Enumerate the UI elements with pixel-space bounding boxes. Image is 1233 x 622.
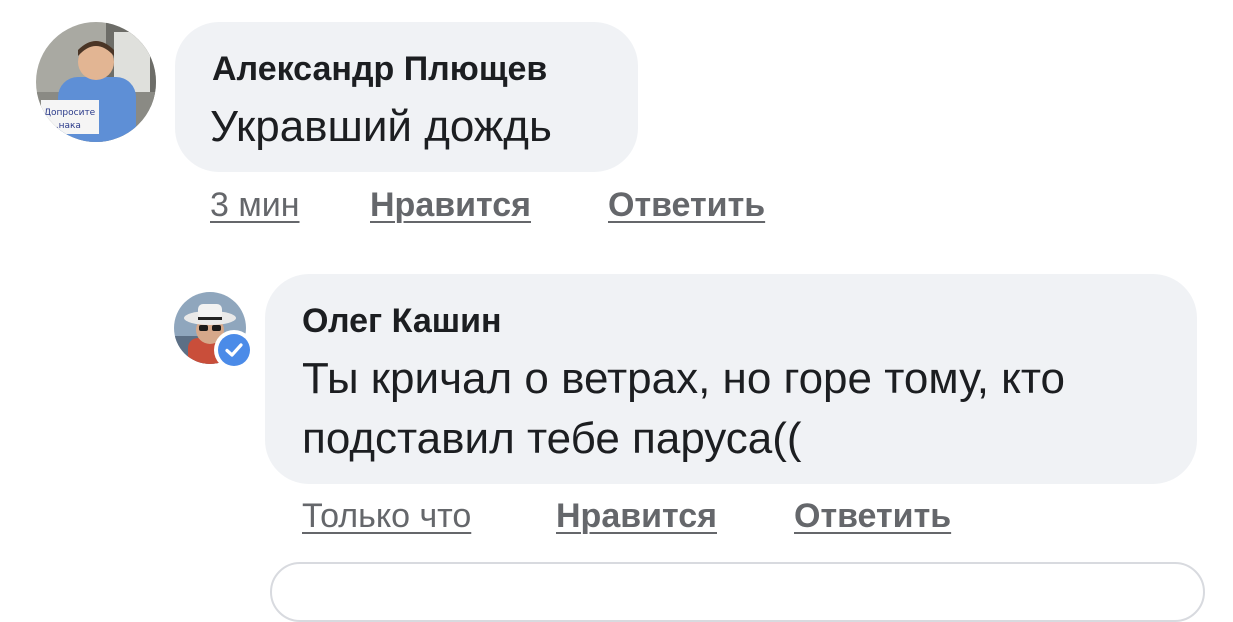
comment-time-2[interactable]: Только что [302, 497, 471, 536]
comment-time-1[interactable]: 3 мин [210, 186, 300, 225]
comment-text-2-line2: подставил тебе паруса(( [302, 414, 802, 463]
comment-author-1[interactable]: Александр Плющев [212, 50, 547, 89]
svg-text:...нака: ...нака [50, 121, 81, 131]
like-button-1[interactable]: Нравится [370, 186, 531, 225]
comment-input[interactable] [270, 562, 1205, 622]
avatar-aleksandr[interactable]: Допросите ...нака [36, 22, 156, 142]
comment-author-2[interactable]: Олег Кашин [302, 302, 502, 341]
like-button-2[interactable]: Нравится [556, 497, 717, 536]
reply-button-2[interactable]: Ответить [794, 497, 951, 536]
checkmark-icon [225, 343, 243, 357]
comment-text-2-line1: Ты кричал о ветрах, но горе тому, кто [302, 354, 1066, 403]
reply-button-1[interactable]: Ответить [608, 186, 765, 225]
svg-text:Допросите: Допросите [44, 108, 96, 118]
verified-badge-icon [214, 330, 254, 370]
comment-text-1: Укравший дождь [210, 102, 552, 151]
